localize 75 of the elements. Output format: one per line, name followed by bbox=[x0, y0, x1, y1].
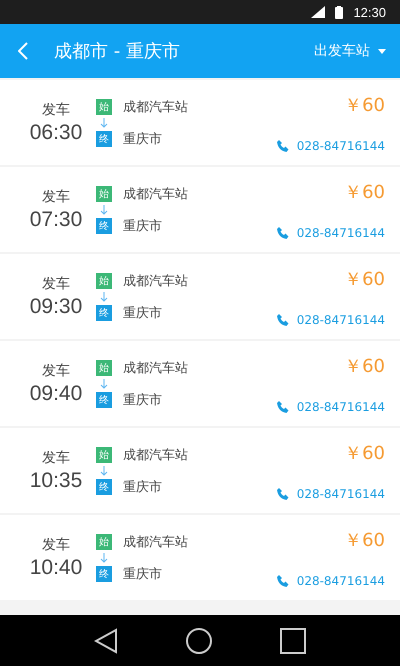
phone-icon bbox=[276, 140, 289, 152]
ticket-price: ￥60 bbox=[344, 268, 385, 290]
down-arrow-icon bbox=[100, 292, 108, 302]
end-tag: 终 bbox=[96, 304, 112, 320]
phone-icon bbox=[276, 574, 289, 586]
depart-label: 发车 bbox=[42, 448, 70, 466]
trip-card[interactable]: 发车 09:40 始 成都汽车站 终 重庆市 ￥60 028-84716144 bbox=[0, 341, 400, 426]
route-title: 成都市 - 重庆市 bbox=[54, 40, 181, 63]
down-arrow-icon bbox=[100, 118, 108, 128]
end-station: 重庆市 bbox=[123, 566, 162, 582]
battery-icon bbox=[335, 6, 344, 18]
end-tag: 终 bbox=[96, 566, 112, 582]
station-filter-dropdown[interactable]: 出发车站 bbox=[314, 42, 386, 60]
clock: 12:30 bbox=[353, 4, 386, 20]
departure-time: 07:30 bbox=[30, 208, 82, 232]
ticket-price: ￥60 bbox=[344, 180, 385, 204]
home-icon[interactable] bbox=[184, 626, 213, 654]
phone-link[interactable]: 028-84716144 bbox=[276, 226, 385, 240]
start-station: 成都汽车站 bbox=[123, 534, 188, 550]
end-station: 重庆市 bbox=[123, 130, 162, 148]
end-station: 重庆市 bbox=[123, 218, 162, 234]
ticket-price: ￥60 bbox=[344, 528, 385, 552]
down-arrow-icon bbox=[100, 552, 108, 562]
end-tag: 终 bbox=[96, 130, 112, 146]
trip-card[interactable]: 发车 10:40 始 成都汽车站 终 重庆市 ￥60 028-84716144 bbox=[0, 515, 400, 600]
departure-time: 06:30 bbox=[30, 120, 82, 144]
start-tag: 始 bbox=[96, 272, 112, 288]
phone-icon bbox=[276, 314, 289, 326]
depart-label: 发车 bbox=[42, 188, 70, 206]
trip-card[interactable]: 发车 10:35 始 成都汽车站 终 重庆市 ￥60 028-84716144 bbox=[0, 428, 400, 513]
back-icon[interactable] bbox=[94, 628, 118, 654]
end-station: 重庆市 bbox=[123, 478, 162, 496]
end-station: 重庆市 bbox=[123, 304, 162, 322]
phone-icon bbox=[276, 400, 289, 412]
start-station: 成都汽车站 bbox=[123, 360, 188, 376]
start-tag: 始 bbox=[96, 534, 112, 550]
end-tag: 终 bbox=[96, 218, 112, 234]
trip-card[interactable]: 发车 06:30 始 成都汽车站 终 重庆市 ￥60 028-84716144 bbox=[0, 80, 400, 165]
start-station: 成都汽车站 bbox=[123, 98, 188, 116]
down-arrow-icon bbox=[100, 204, 108, 214]
phone-link[interactable]: 028-84716144 bbox=[276, 138, 385, 152]
phone-link[interactable]: 028-84716144 bbox=[276, 486, 385, 500]
phone-link[interactable]: 028-84716144 bbox=[276, 574, 385, 588]
depart-label: 发车 bbox=[42, 100, 70, 118]
ticket-price: ￥60 bbox=[344, 354, 385, 378]
phone-icon bbox=[276, 488, 289, 500]
ticket-price: ￥60 bbox=[344, 442, 385, 464]
phone-link[interactable]: 028-84716144 bbox=[276, 400, 385, 414]
signal-icon bbox=[311, 6, 326, 18]
down-arrow-icon bbox=[100, 378, 108, 388]
start-station: 成都汽车站 bbox=[123, 272, 188, 290]
start-tag: 始 bbox=[96, 446, 112, 462]
start-tag: 始 bbox=[96, 186, 112, 202]
trip-card[interactable]: 发车 07:30 始 成都汽车站 终 重庆市 ￥60 028-84716144 bbox=[0, 167, 400, 252]
departure-time: 10:35 bbox=[30, 468, 82, 492]
start-tag: 始 bbox=[96, 360, 112, 376]
down-arrow-icon bbox=[100, 466, 108, 476]
end-tag: 终 bbox=[96, 478, 112, 494]
start-tag: 始 bbox=[96, 98, 112, 114]
depart-label: 发车 bbox=[42, 536, 70, 554]
trip-card[interactable]: 发车 09:30 始 成都汽车站 终 重庆市 ￥60 028-84716144 bbox=[0, 254, 400, 339]
ticket-price: ￥60 bbox=[344, 94, 385, 116]
departure-time: 10:40 bbox=[30, 556, 82, 580]
departure-time: 09:40 bbox=[30, 382, 82, 406]
departure-time: 09:30 bbox=[30, 294, 82, 318]
start-station: 成都汽车站 bbox=[123, 186, 188, 202]
phone-icon bbox=[276, 226, 289, 238]
start-station: 成都汽车站 bbox=[123, 446, 188, 464]
depart-label: 发车 bbox=[42, 362, 70, 380]
depart-label: 发车 bbox=[42, 274, 70, 292]
end-tag: 终 bbox=[96, 392, 112, 408]
caret-icon bbox=[378, 48, 386, 54]
phone-link[interactable]: 028-84716144 bbox=[276, 312, 385, 326]
end-station: 重庆市 bbox=[123, 392, 162, 408]
recents-icon[interactable] bbox=[280, 628, 306, 654]
